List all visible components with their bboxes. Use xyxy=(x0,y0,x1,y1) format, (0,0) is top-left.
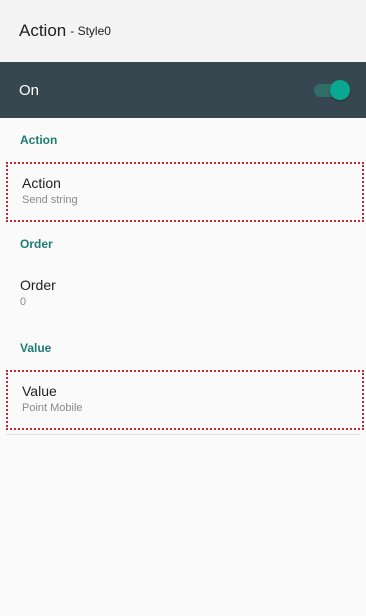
master-toggle-switch[interactable] xyxy=(314,80,350,100)
page-title: Action xyxy=(19,21,67,40)
master-switch-label: On xyxy=(19,81,40,99)
list-divider xyxy=(6,434,360,435)
section-header-order: Order xyxy=(20,237,53,251)
action-preference[interactable]: Action Send string xyxy=(6,162,364,222)
toggle-thumb xyxy=(330,80,350,100)
section-header-action: Action xyxy=(20,133,58,147)
section-header-value: Value xyxy=(20,341,52,355)
value-preference[interactable]: Value Point Mobile xyxy=(6,370,364,430)
action-preference-summary: Send string xyxy=(22,194,78,206)
master-switch-bar[interactable]: On xyxy=(0,62,366,118)
value-preference-summary: Point Mobile xyxy=(22,402,83,414)
app-bar: Action - Style0 xyxy=(0,0,366,62)
page-subtitle: - Style0 xyxy=(70,24,111,38)
order-preference-title: Order xyxy=(20,277,56,293)
settings-screen: Action - Style0 On Action Action Send st… xyxy=(0,0,366,616)
order-preference-summary: 0 xyxy=(20,296,27,308)
value-preference-title: Value xyxy=(22,383,57,399)
action-preference-title: Action xyxy=(22,175,61,191)
order-preference[interactable]: Order 0 xyxy=(0,266,366,326)
